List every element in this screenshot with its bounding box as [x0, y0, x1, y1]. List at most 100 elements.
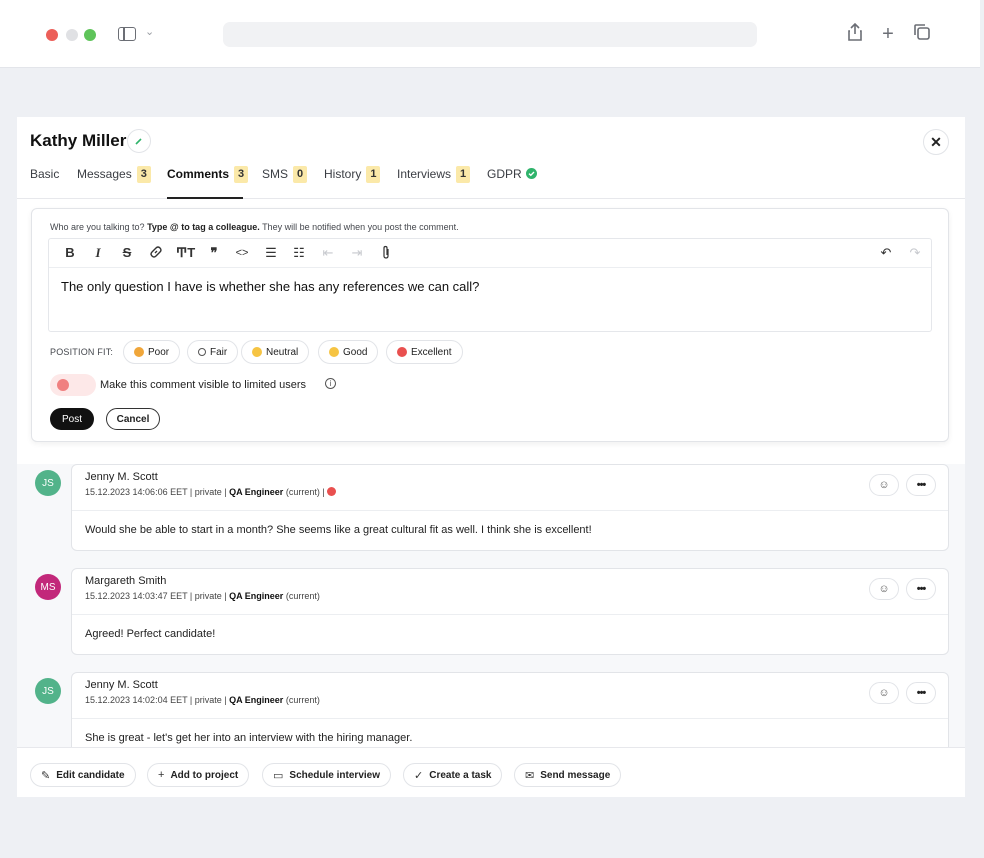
- excellent-emoji-icon: [327, 487, 337, 496]
- candidate-name: Kathy Miller: [30, 131, 127, 150]
- add-reaction-button[interactable]: ☺: [869, 578, 899, 600]
- add-reaction-button[interactable]: ☺: [869, 682, 899, 704]
- check-circle-icon: [525, 168, 537, 179]
- info-icon[interactable]: i: [325, 378, 336, 389]
- comment-body: Would she be able to start in a month? S…: [85, 524, 592, 536]
- comment-author: Jenny M. Scott: [85, 679, 158, 691]
- schedule-interview-button[interactable]: ▭ Schedule interview: [262, 763, 391, 787]
- link-icon[interactable]: [147, 245, 165, 263]
- maximize-window-button[interactable]: [84, 29, 96, 41]
- fit-good-button[interactable]: Good: [318, 340, 379, 364]
- pencil-icon: ✎: [41, 769, 51, 782]
- calendar-icon: ▭: [273, 769, 284, 782]
- limited-visibility-toggle[interactable]: [50, 374, 96, 396]
- fit-neutral-button[interactable]: Neutral: [241, 340, 310, 364]
- attachment-icon[interactable]: [377, 245, 395, 264]
- count-badge: 3: [234, 166, 249, 183]
- close-window-button[interactable]: [46, 29, 58, 41]
- comment-meta: 15.12.2023 14:03:47 EET | private | QA E…: [85, 591, 320, 601]
- cancel-button[interactable]: Cancel: [106, 408, 160, 430]
- editor-toolbar: B I S ͲT ❞ <> ☰ ☷ ⇤ ⇥ ↶ ↷: [49, 239, 931, 268]
- comment-meta: 15.12.2023 14:06:06 EET | private | QA E…: [85, 487, 337, 497]
- close-icon: ✕: [930, 133, 942, 150]
- tab-interviews[interactable]: Interviews 1: [397, 165, 471, 199]
- more-options-button[interactable]: •••: [906, 578, 936, 600]
- tab-gdpr[interactable]: GDPR: [487, 165, 537, 199]
- send-message-button[interactable]: ✉ Send message: [514, 763, 622, 787]
- redo-icon[interactable]: ↷: [906, 245, 924, 261]
- tab-sms[interactable]: SMS 0: [262, 165, 308, 199]
- excellent-emoji-icon: [397, 347, 407, 357]
- tab-history[interactable]: History 1: [324, 165, 381, 199]
- good-emoji-icon: [329, 347, 339, 357]
- smiley-icon: ☺: [878, 687, 890, 699]
- quote-icon[interactable]: ❞: [205, 245, 223, 261]
- tab-overview-icon[interactable]: [910, 22, 934, 48]
- poor-emoji-icon: [134, 347, 144, 357]
- smiley-icon: ☺: [878, 479, 890, 491]
- post-button[interactable]: Post: [50, 408, 94, 430]
- bold-icon[interactable]: B: [61, 245, 79, 261]
- new-tab-icon[interactable]: +: [876, 22, 900, 46]
- fit-poor-button[interactable]: Poor: [123, 340, 181, 364]
- comment-text[interactable]: The only question I have is whether she …: [61, 279, 479, 294]
- more-icon: •••: [916, 687, 927, 699]
- more-icon: •••: [916, 479, 927, 491]
- comment-body: Agreed! Perfect candidate!: [85, 628, 216, 640]
- more-icon: •••: [916, 583, 927, 595]
- create-task-button[interactable]: ✓ Create a task: [403, 763, 503, 787]
- minimize-window-button[interactable]: [66, 29, 78, 41]
- pencil-icon: [135, 138, 142, 145]
- comment-item: MS Margareth Smith 15.12.2023 14:03:47 E…: [17, 568, 965, 655]
- comment-meta: 15.12.2023 14:02:04 EET | private | QA E…: [85, 695, 320, 705]
- comment-body: She is great - let's get her into an int…: [85, 732, 413, 744]
- fit-excellent-button[interactable]: Excellent: [386, 340, 463, 364]
- avatar: MS: [35, 574, 61, 600]
- chevron-down-icon[interactable]: ⌄: [145, 25, 154, 38]
- tab-messages[interactable]: Messages 3: [77, 165, 151, 199]
- edit-candidate-button[interactable]: ✎ Edit candidate: [30, 763, 136, 787]
- undo-icon[interactable]: ↶: [877, 245, 895, 261]
- italic-icon[interactable]: I: [89, 245, 107, 261]
- more-options-button[interactable]: •••: [906, 474, 936, 496]
- share-icon[interactable]: [843, 22, 867, 48]
- browser-toolbar: ⌄ +: [0, 0, 980, 68]
- address-bar[interactable]: [223, 22, 757, 47]
- smiley-icon: ☺: [878, 583, 890, 595]
- check-circle-icon: ✓: [414, 769, 424, 782]
- avatar: JS: [35, 470, 61, 496]
- composer-helper-text: Who are you talking to? Type @ to tag a …: [50, 222, 459, 232]
- more-options-button[interactable]: •••: [906, 682, 936, 704]
- sidebar-toggle-icon[interactable]: [118, 27, 136, 41]
- outdent-icon[interactable]: ⇤: [319, 245, 337, 261]
- close-button[interactable]: ✕: [923, 129, 949, 155]
- add-reaction-button[interactable]: ☺: [869, 474, 899, 496]
- avatar: JS: [35, 678, 61, 704]
- fair-icon: [198, 348, 206, 356]
- neutral-emoji-icon: [252, 347, 262, 357]
- numbered-list-icon[interactable]: ☷: [290, 245, 308, 261]
- comment-author: Margareth Smith: [85, 575, 167, 587]
- comment-card: Margareth Smith 15.12.2023 14:03:47 EET …: [71, 568, 949, 655]
- position-fit-label: POSITION FIT:: [50, 347, 114, 357]
- comment-editor[interactable]: B I S ͲT ❞ <> ☰ ☷ ⇤ ⇥ ↶ ↷ The only quest…: [48, 238, 932, 332]
- text-size-icon[interactable]: ͲT: [176, 245, 195, 261]
- tab-basic[interactable]: Basic: [30, 165, 59, 199]
- comments-list[interactable]: JS Jenny M. Scott 15.12.2023 14:06:06 EE…: [17, 464, 965, 747]
- comment-card: Jenny M. Scott 15.12.2023 14:02:04 EET |…: [71, 672, 949, 747]
- tab-comments[interactable]: Comments 3: [167, 165, 249, 199]
- bullet-list-icon[interactable]: ☰: [262, 245, 280, 261]
- count-badge: 3: [136, 166, 151, 183]
- strikethrough-icon[interactable]: S: [118, 245, 136, 261]
- candidate-header: Kathy Miller ✕ Basic Messages 3 Comments…: [17, 117, 965, 199]
- visibility-label: Make this comment visible to limited use…: [100, 379, 307, 391]
- comment-composer: Who are you talking to? Type @ to tag a …: [31, 208, 949, 442]
- fit-fair-button[interactable]: Fair: [187, 340, 239, 364]
- code-icon[interactable]: <>: [233, 245, 251, 261]
- envelope-icon: ✉: [525, 769, 535, 782]
- candidate-panel: Kathy Miller ✕ Basic Messages 3 Comments…: [17, 117, 965, 797]
- add-to-project-button[interactable]: + Add to project: [147, 763, 250, 787]
- indent-icon[interactable]: ⇥: [348, 245, 366, 261]
- plus-icon: +: [158, 769, 165, 781]
- edit-name-button[interactable]: [127, 129, 151, 153]
